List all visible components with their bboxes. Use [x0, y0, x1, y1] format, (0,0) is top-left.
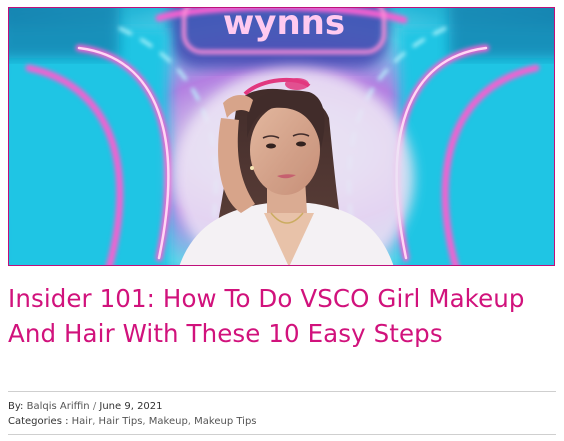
post-byline: By: Balqis Ariffin / June 9, 2021	[8, 400, 163, 413]
post-title[interactable]: Insider 101: How To Do VSCO Girl Makeup …	[8, 282, 556, 351]
post-card: wynns Insider 101: How To Do VSCO Girl M…	[0, 0, 564, 441]
divider	[8, 434, 556, 435]
by-label: By:	[8, 401, 24, 412]
byline-separator: /	[92, 401, 97, 412]
categories-label: Categories :	[8, 416, 69, 427]
author-link[interactable]: Balqis Ariffin	[27, 401, 90, 412]
divider	[8, 391, 556, 392]
featured-image[interactable]: wynns	[8, 7, 555, 266]
category-link-makeup[interactable]: Makeup	[149, 416, 188, 427]
post-categories: Categories : Hair, Hair Tips, Makeup, Ma…	[8, 416, 257, 427]
category-link-makeup-tips[interactable]: Makeup Tips	[194, 416, 256, 427]
category-link-hair[interactable]: Hair	[72, 416, 93, 427]
featured-image-illustration: wynns	[9, 8, 554, 265]
category-link-hair-tips[interactable]: Hair Tips	[99, 416, 143, 427]
post-date: June 9, 2021	[99, 401, 163, 412]
